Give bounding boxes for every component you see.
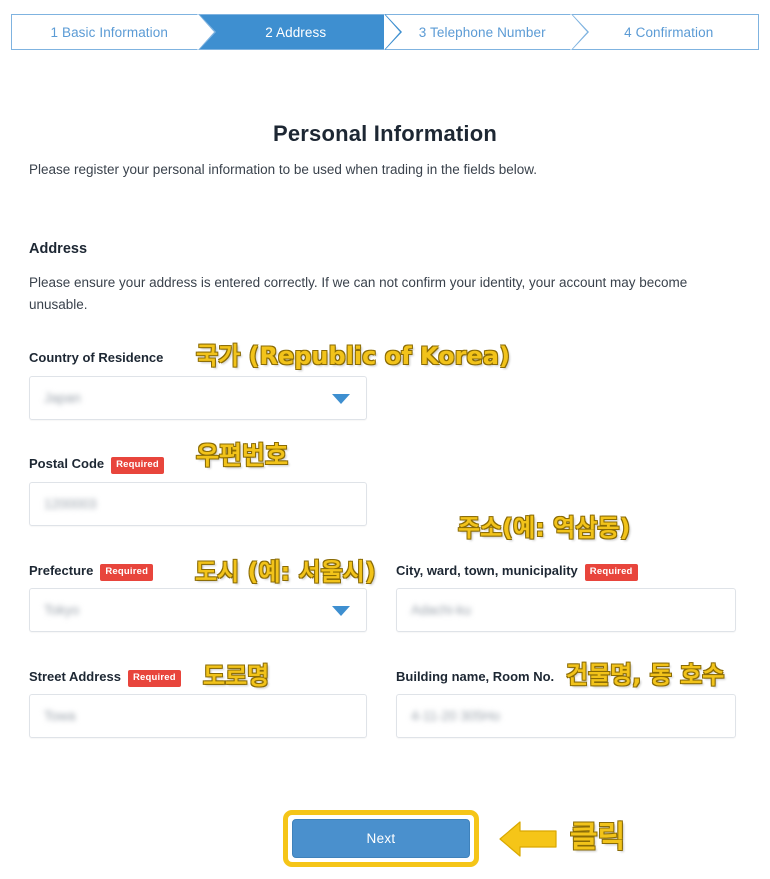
input-street-address[interactable]: Towa <box>29 694 367 738</box>
select-country-of-residence[interactable]: Japan <box>29 376 367 420</box>
annotation-building-name: 건물명, 동 호수 <box>566 661 725 689</box>
annotation-city: 주소(예: 역삼동) <box>458 514 631 542</box>
input-postal-code-value: 1200003 <box>44 496 97 512</box>
label-street-address-text: Street Address <box>29 669 121 684</box>
required-badge: Required <box>100 564 154 581</box>
step-notch-icon <box>384 14 400 50</box>
input-building-name-value: 4-11-20 305Ho <box>411 708 501 724</box>
required-badge: Required <box>584 564 638 581</box>
label-building-name-text: Building name, Room No. <box>396 669 555 684</box>
input-city[interactable]: Adachi-ku <box>396 588 736 632</box>
select-prefecture-value: Tokyo <box>44 602 80 618</box>
annotation-click: 클릭 <box>570 820 626 855</box>
select-country-value: Japan <box>44 390 81 406</box>
label-postal-code: Postal Code Required <box>29 456 164 474</box>
label-country-of-residence-text: Country of Residence <box>29 350 164 365</box>
label-postal-code-text: Postal Code <box>29 456 105 471</box>
click-arrow-icon <box>499 821 557 857</box>
step-confirmation[interactable]: 4 Confirmation <box>570 14 758 50</box>
step-telephone-number-label: 3 Telephone Number <box>418 24 546 40</box>
next-button[interactable]: Next <box>292 819 470 858</box>
select-prefecture[interactable]: Tokyo <box>29 588 367 632</box>
annotation-street-address: 도로명 <box>203 662 270 690</box>
label-prefecture-text: Prefecture <box>29 563 94 578</box>
label-street-address: Street Address Required <box>29 669 181 687</box>
chevron-down-icon <box>332 606 350 616</box>
input-building-name[interactable]: 4-11-20 305Ho <box>396 694 736 738</box>
annotation-postal-code: 우편번호 <box>196 441 289 470</box>
step-confirmation-label: 4 Confirmation <box>624 24 714 40</box>
required-badge: Required <box>128 670 181 687</box>
annotation-country: 국가 (Republic of Korea) <box>196 342 510 370</box>
page-title: Personal Information <box>272 121 498 146</box>
step-notch-icon <box>570 14 587 50</box>
page-subtitle: Please register your personal informatio… <box>29 162 538 177</box>
label-prefecture: Prefecture Required <box>29 563 154 581</box>
step-basic-information-label: 1 Basic Information <box>50 24 168 40</box>
step-basic-information[interactable]: 1 Basic Information <box>12 14 216 50</box>
chevron-down-icon <box>332 394 350 404</box>
label-city-text: City, ward, town, municipality <box>396 563 578 578</box>
required-badge: Required <box>111 457 164 474</box>
section-title-address: Address <box>29 241 88 257</box>
step-telephone-number[interactable]: 3 Telephone Number <box>384 14 589 50</box>
next-button-label: Next <box>366 831 396 846</box>
input-street-address-value: Towa <box>44 708 76 724</box>
label-country-of-residence: Country of Residence <box>29 350 163 365</box>
progress-stepper: 1 Basic Information 2 Address 3 Telephon… <box>11 14 759 50</box>
annotation-prefecture: 도시 (예: 서울시) <box>195 558 376 586</box>
label-building-name: Building name, Room No. <box>396 669 554 684</box>
section-description: Please ensure your address is entered co… <box>29 275 688 312</box>
step-address-label: 2 Address <box>265 24 327 40</box>
step-notch-icon <box>197 14 214 50</box>
label-city: City, ward, town, municipality Required <box>396 563 638 581</box>
input-postal-code[interactable]: 1200003 <box>29 482 367 526</box>
step-address[interactable]: 2 Address <box>197 14 402 50</box>
input-city-value: Adachi-ku <box>411 602 472 618</box>
